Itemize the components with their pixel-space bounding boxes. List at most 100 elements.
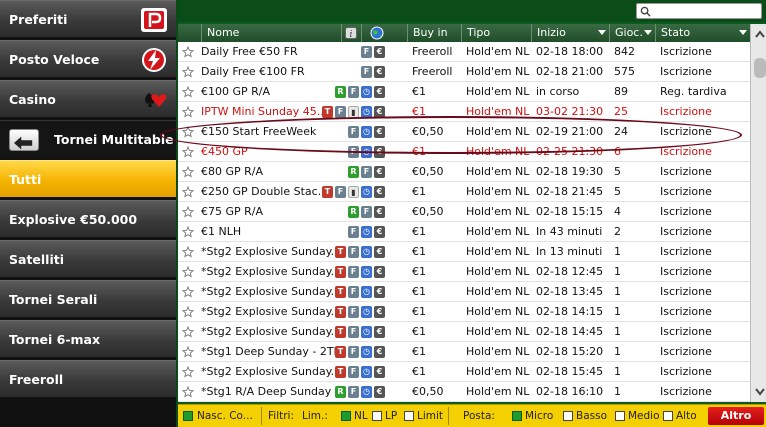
star-icon[interactable] (182, 126, 194, 138)
euro-icon: € (374, 226, 385, 238)
table-row[interactable]: *Stg2 Explosive Sunday... €1 Hold'em NL 02-… (178, 282, 750, 302)
high-checkbox[interactable] (663, 411, 673, 421)
more-button[interactable]: Altro (708, 407, 764, 425)
star-icon[interactable] (182, 66, 194, 78)
row-players: 5 (614, 165, 621, 178)
header-globe[interactable] (362, 24, 408, 42)
table-row[interactable]: Daily Free €100 FR Freeroll Hold'em NL 02-1… (178, 62, 750, 82)
table-row[interactable]: €100 GP R/A €1 Hold'em NL in corso 89 Reg. ta… (178, 82, 750, 102)
clock-icon: ◷ (361, 146, 372, 158)
table-row[interactable]: *Stg2 Explosive Sunday... €1 Hold'em NL 02-… (178, 362, 750, 382)
low-checkbox[interactable] (563, 411, 573, 421)
sidebar-item-evening[interactable]: Tornei Serali (0, 280, 176, 318)
row-type: Hold'em NL (466, 225, 530, 238)
low-label: Basso (576, 410, 608, 422)
table-header: Nome i Buy in Tipo Inizio Gioc. Stato (178, 24, 750, 42)
header-players[interactable]: Gioc. (610, 24, 656, 42)
sidebar-item-explosive[interactable]: Explosive €50.000 (0, 200, 176, 238)
table-row[interactable]: *Stg2 Explosive Sunday... €1 Hold'em NL 02-… (178, 262, 750, 282)
row-players: 4 (614, 205, 621, 218)
sidebar-item-satellites[interactable]: Satelliti (0, 240, 176, 278)
stakes-label: Posta: (463, 410, 495, 422)
sidebar-item-all[interactable]: Tutti (0, 160, 176, 198)
star-icon[interactable] (182, 206, 194, 218)
table-row[interactable]: €1 NLH €1 Hold'em NL In 43 minuti 2 Iscrizion… (178, 222, 750, 242)
ticket-icon: T (335, 286, 346, 298)
table-row[interactable]: *Stg2 Explosive Sunday... €1 Hold'em NL 02-… (178, 322, 750, 342)
hide-full-label: Nasc. Co... (197, 410, 253, 422)
rebuy-icon: R (335, 86, 346, 98)
row-buyin: Freeroll (412, 65, 453, 78)
row-status: Iscrizione (660, 365, 712, 378)
scroll-up-icon[interactable] (753, 28, 766, 40)
row-type: Hold'em NL (466, 145, 530, 158)
header-status[interactable]: Stato (656, 24, 750, 42)
star-icon[interactable] (182, 46, 194, 58)
row-type: Hold'em NL (466, 285, 530, 298)
star-icon[interactable] (182, 326, 194, 338)
table-row[interactable]: *Stg2 Explosive Sunday... €1 Hold'em NL 02-… (178, 302, 750, 322)
sidebar-item-label: Tornei Serali (9, 292, 98, 307)
star-icon[interactable] (182, 146, 194, 158)
scrollbar[interactable] (750, 24, 766, 402)
header-type[interactable]: Tipo (462, 24, 532, 42)
limit-label: Limit (417, 410, 444, 422)
hide-full-checkbox[interactable] (183, 411, 193, 421)
table-row[interactable]: *Stg1 Deep Sunday - 2Tk €1 Hold'em NL 02-18… (178, 342, 750, 362)
sidebar-item-freeroll[interactable]: Freeroll (0, 360, 176, 398)
table-row[interactable]: €450 GP €1 Hold'em NL 02-25 21:30 6 Iscrizion… (178, 142, 750, 162)
row-name: IPTW Mini Sunday 45... (201, 105, 328, 118)
limit-checkbox[interactable] (404, 411, 414, 421)
sidebar-item-6max[interactable]: Tornei 6-max (0, 320, 176, 358)
header-info[interactable]: i (342, 24, 362, 42)
star-icon[interactable] (182, 106, 194, 118)
freezeout-icon: F (348, 386, 359, 398)
star-icon[interactable] (182, 186, 194, 198)
table-row[interactable]: *Stg1 R/A Deep Sunday - 2Tk €0,50 Hold'em … (178, 382, 750, 402)
star-icon[interactable] (182, 266, 194, 278)
sidebar-item-fast-seat[interactable]: Posto Veloce (0, 40, 176, 78)
row-name: €75 GP R/A (201, 205, 264, 218)
nl-checkbox[interactable] (341, 411, 351, 421)
micro-checkbox[interactable] (512, 411, 522, 421)
back-button[interactable] (9, 129, 39, 151)
table-row[interactable]: IPTW Mini Sunday 45... €1 Hold'em NL 03-02 … (178, 102, 750, 122)
lp-checkbox[interactable] (372, 411, 382, 421)
euro-icon: € (374, 346, 385, 358)
row-start: 02-18 14:15 (536, 305, 604, 318)
table-row[interactable]: €75 GP R/A €0,50 Hold'em NL 02-18 15:15 4 Isc… (178, 202, 750, 222)
row-type: Hold'em NL (466, 345, 530, 358)
clock-icon: ◷ (361, 386, 372, 398)
table-row[interactable]: *Stg2 Explosive Sunday... €1 Hold'em NL In … (178, 242, 750, 262)
header-buyin[interactable]: Buy in (408, 24, 462, 42)
row-buyin: €1 (412, 185, 426, 198)
star-icon[interactable] (182, 366, 194, 378)
search-input[interactable] (636, 3, 762, 19)
star-icon[interactable] (182, 386, 194, 398)
clock-icon: ◷ (361, 346, 372, 358)
scroll-thumb[interactable] (754, 58, 766, 78)
table-row[interactable]: €250 GP Double Stac... €1 Hold'em NL 02-18 … (178, 182, 750, 202)
star-icon[interactable] (182, 346, 194, 358)
row-players: 6 (614, 145, 621, 158)
card-suits-icon (145, 93, 167, 107)
star-icon[interactable] (182, 306, 194, 318)
mid-checkbox[interactable] (615, 411, 625, 421)
row-status: Iscrizione (660, 245, 712, 258)
scroll-down-icon[interactable] (753, 386, 766, 398)
header-start[interactable]: Inizio (532, 24, 610, 42)
table-row[interactable]: €150 Start FreeWeek €0,50 Hold'em NL 02-19 … (178, 122, 750, 142)
star-icon[interactable] (182, 86, 194, 98)
star-icon[interactable] (182, 166, 194, 178)
star-icon[interactable] (182, 246, 194, 258)
ticket-icon: T (335, 346, 346, 358)
sidebar-item-casino[interactable]: Casino (0, 80, 176, 118)
header-name[interactable]: Nome (202, 24, 342, 42)
star-icon[interactable] (182, 286, 194, 298)
sidebar-item-favorites[interactable]: Preferiti (0, 0, 176, 38)
table-row[interactable]: Daily Free €50 FR Freeroll Hold'em NL 02-18… (178, 42, 750, 62)
header-fav[interactable] (178, 24, 202, 42)
star-icon[interactable] (182, 226, 194, 238)
sidebar-item-multitable[interactable]: Tornei Multitable (0, 120, 176, 158)
table-row[interactable]: €80 GP R/A €0,50 Hold'em NL 02-18 19:30 5 Isc… (178, 162, 750, 182)
